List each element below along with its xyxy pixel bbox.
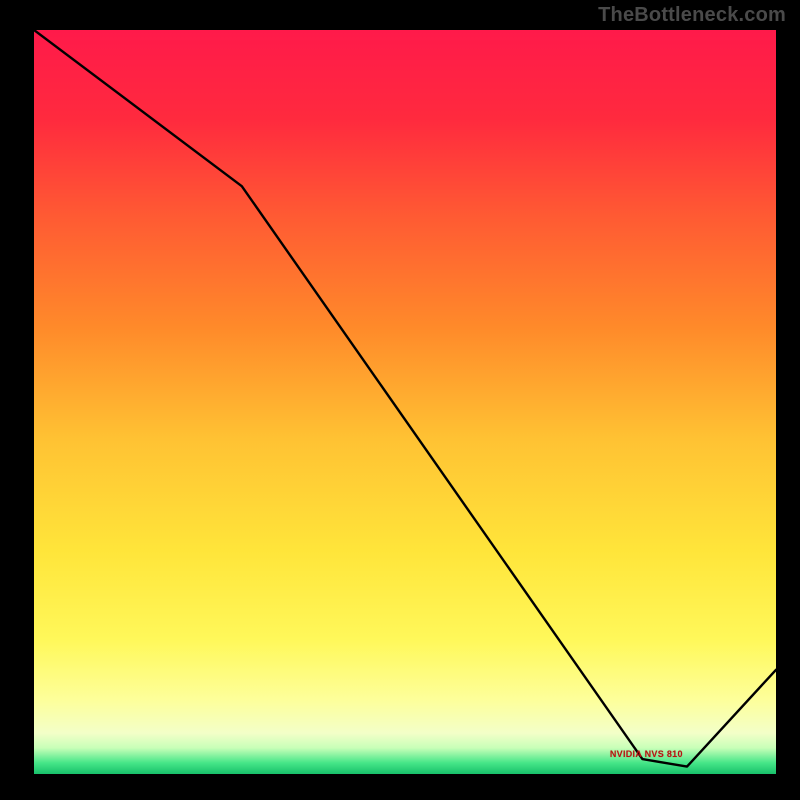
chart-frame: TheBottleneck.com NVIDIA NVS 810	[0, 0, 800, 800]
plot-svg	[34, 30, 776, 774]
gpu-label: NVIDIA NVS 810	[610, 749, 683, 759]
watermark: TheBottleneck.com	[598, 4, 786, 27]
gradient-bg	[34, 30, 776, 774]
plot-area: NVIDIA NVS 810	[34, 30, 776, 774]
